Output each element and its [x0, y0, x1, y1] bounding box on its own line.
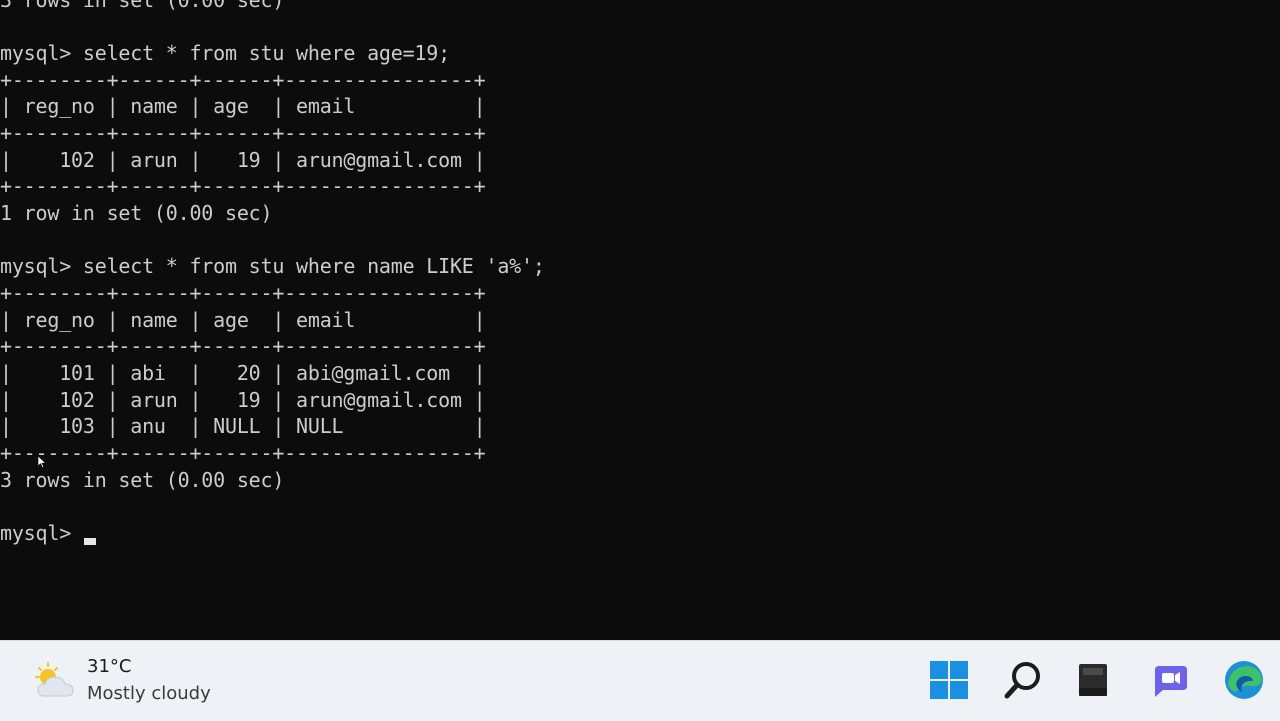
terminal-line-10: mysql> select * from stu where name LIKE…: [0, 254, 545, 278]
terminal-line-0: 3 rows in set (0.00 sec): [0, 0, 285, 12]
terminal-line-2: mysql> select * from stu where age=19;: [0, 41, 450, 65]
terminal-line-15: | 102 | arun | 19 | arun@gmail.com |: [0, 388, 486, 412]
text-cursor: [84, 538, 96, 545]
terminal-line-13: +--------+------+------+----------------…: [0, 334, 486, 358]
terminal-line-4: | reg_no | name | age | email |: [0, 94, 486, 118]
terminal-window[interactable]: 3 rows in set (0.00 sec) mysql> select *…: [0, 0, 1280, 640]
terminal-line-12: | reg_no | name | age | email |: [0, 308, 486, 332]
terminal-line-18: 3 rows in set (0.00 sec): [0, 468, 285, 492]
terminal-line-11: +--------+------+------+----------------…: [0, 281, 486, 305]
chat-icon[interactable]: [1147, 658, 1191, 702]
terminal-line-6: | 102 | arun | 19 | arun@gmail.com |: [0, 148, 486, 172]
file-explorer-icon[interactable]: [1071, 658, 1115, 702]
terminal-line-3: +--------+------+------+----------------…: [0, 68, 486, 92]
search-icon[interactable]: [1002, 658, 1046, 702]
terminal-line-17: +--------+------+------+----------------…: [0, 441, 486, 465]
terminal-line-7: +--------+------+------+----------------…: [0, 174, 486, 198]
mysql-prompt[interactable]: mysql>: [0, 520, 83, 547]
mouse-pointer-icon: [38, 456, 46, 468]
terminal-line-14: | 101 | abi | 20 | abi@gmail.com |: [0, 361, 486, 385]
partly-cloudy-icon[interactable]: [32, 660, 76, 704]
windows-start-icon[interactable]: [927, 658, 971, 702]
terminal-line-5: +--------+------+------+----------------…: [0, 121, 486, 145]
weather-temperature[interactable]: 31°C: [87, 656, 131, 677]
weather-condition[interactable]: Mostly cloudy: [87, 683, 211, 704]
terminal-line-8: 1 row in set (0.00 sec): [0, 201, 273, 225]
edge-browser-icon[interactable]: [1222, 658, 1266, 702]
terminal-line-16: | 103 | anu | NULL | NULL |: [0, 414, 486, 438]
